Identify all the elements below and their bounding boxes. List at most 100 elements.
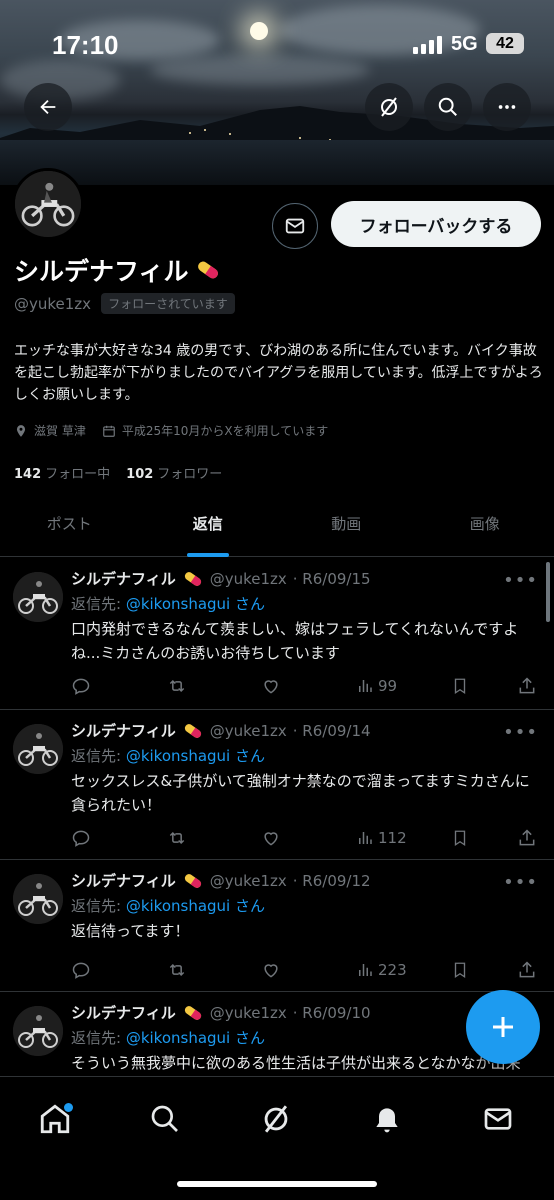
tweet[interactable]: シルデナフィル @yuke1zx · R6/09/15 ••• 返信先: @ki… bbox=[0, 558, 554, 710]
profile-tabs: ポスト 返信 動画 画像 bbox=[0, 500, 554, 557]
reply-button[interactable] bbox=[71, 676, 166, 696]
compose-button[interactable] bbox=[466, 990, 540, 1064]
tweet[interactable]: シルデナフィル @yuke1zx · R6/09/12 ••• 返信先: @ki… bbox=[0, 860, 554, 992]
followers-link[interactable]: 102 フォロワー bbox=[126, 463, 222, 482]
search-button[interactable] bbox=[424, 83, 472, 131]
tweet-header: シルデナフィル @yuke1zx · R6/09/15 bbox=[71, 568, 371, 589]
reply-to-link[interactable]: @kikonshagui さん bbox=[126, 897, 265, 915]
reply-to-link[interactable]: @kikonshagui さん bbox=[126, 1029, 265, 1047]
share-button[interactable] bbox=[517, 960, 537, 980]
reply-to-link[interactable]: @kikonshagui さん bbox=[126, 747, 265, 765]
tweet[interactable]: シルデナフィル @yuke1zx · R6/09/14 ••• 返信先: @ki… bbox=[0, 710, 554, 860]
reply-button[interactable] bbox=[71, 960, 166, 980]
search-icon bbox=[151, 1105, 178, 1132]
tweet-avatar[interactable] bbox=[13, 1006, 63, 1056]
tweet-actions: 223 bbox=[71, 958, 544, 982]
motorcycle-icon bbox=[13, 572, 63, 622]
views-count: 223 bbox=[378, 961, 407, 979]
bookmark-icon bbox=[454, 830, 466, 847]
tweet-date[interactable]: · R6/09/10 bbox=[293, 1004, 371, 1022]
tab-images[interactable]: 画像 bbox=[416, 500, 554, 556]
plus-icon bbox=[493, 1017, 513, 1037]
tweet-author-name[interactable]: シルデナフィル bbox=[71, 1002, 176, 1023]
repost-button[interactable] bbox=[166, 676, 261, 696]
reply-feed[interactable]: シルデナフィル @yuke1zx · R6/09/15 ••• 返信先: @ki… bbox=[0, 558, 554, 1076]
reply-prefix: 返信先: bbox=[71, 595, 126, 613]
profile-location: 滋賀 草津 bbox=[34, 424, 86, 438]
follows-you-badge: フォローされています bbox=[101, 293, 235, 314]
like-button[interactable] bbox=[261, 676, 356, 696]
tweet-header: シルデナフィル @yuke1zx · R6/09/10 bbox=[71, 1002, 371, 1023]
repost-button[interactable] bbox=[166, 960, 261, 980]
motorcycle-icon bbox=[13, 724, 63, 774]
profile-joined: 平成25年10月からXを利用しています bbox=[121, 424, 329, 438]
tweet-date[interactable]: · R6/09/14 bbox=[293, 722, 371, 740]
repost-icon bbox=[169, 963, 185, 977]
tweet-actions: 112 bbox=[71, 826, 544, 850]
views-button[interactable]: 99 bbox=[356, 677, 451, 695]
grok-button[interactable] bbox=[365, 83, 413, 131]
reply-icon bbox=[72, 962, 90, 979]
reply-icon bbox=[72, 678, 90, 695]
tweet-more-button[interactable]: ••• bbox=[503, 722, 538, 743]
home-indicator[interactable] bbox=[177, 1181, 377, 1187]
repost-button[interactable] bbox=[166, 828, 261, 848]
bookmark-button[interactable] bbox=[451, 828, 517, 848]
profile-name-row: シルデナフィル bbox=[14, 252, 221, 288]
reply-icon bbox=[72, 830, 90, 847]
tweet-more-button[interactable]: ••• bbox=[503, 570, 538, 591]
tweet-author-name[interactable]: シルデナフィル bbox=[71, 568, 176, 589]
tweet-avatar[interactable] bbox=[13, 724, 63, 774]
tab-posts[interactable]: ポスト bbox=[0, 500, 139, 556]
scrollbar[interactable] bbox=[546, 562, 550, 622]
battery-icon: 42 bbox=[486, 33, 524, 54]
tweet-more-button[interactable]: ••• bbox=[503, 872, 538, 893]
message-button[interactable] bbox=[272, 203, 318, 249]
pill-icon bbox=[184, 571, 201, 586]
followers-label: フォロワー bbox=[157, 467, 223, 482]
reply-button[interactable] bbox=[71, 828, 166, 848]
profile-avatar[interactable] bbox=[12, 168, 84, 240]
nav-messages[interactable] bbox=[474, 1095, 522, 1143]
follow-back-button[interactable]: フォローバックする bbox=[331, 201, 541, 247]
back-button[interactable] bbox=[24, 83, 72, 131]
tweet-author-name[interactable]: シルデナフィル bbox=[71, 720, 176, 741]
nav-home[interactable] bbox=[31, 1095, 79, 1143]
more-button[interactable] bbox=[483, 83, 531, 131]
following-label: フォロー中 bbox=[45, 467, 111, 482]
notification-dot bbox=[64, 1103, 73, 1112]
share-button[interactable] bbox=[517, 676, 537, 696]
like-button[interactable] bbox=[261, 828, 356, 848]
views-button[interactable]: 223 bbox=[356, 961, 451, 979]
bookmark-button[interactable] bbox=[451, 676, 517, 696]
nav-search[interactable] bbox=[141, 1095, 189, 1143]
reply-to-line: 返信先: @kikonshagui さん bbox=[71, 745, 265, 766]
tab-replies[interactable]: 返信 bbox=[139, 500, 278, 557]
nav-notifications[interactable] bbox=[363, 1095, 411, 1143]
share-icon bbox=[519, 677, 535, 694]
tweet-text: 返信待ってます！ bbox=[71, 922, 190, 940]
grok-icon bbox=[264, 1105, 288, 1133]
following-link[interactable]: 142 フォロー中 bbox=[14, 463, 110, 482]
heart-icon bbox=[264, 832, 278, 846]
views-count: 99 bbox=[378, 677, 398, 695]
reply-to-link[interactable]: @kikonshagui さん bbox=[126, 595, 265, 613]
tweet-date[interactable]: · R6/09/15 bbox=[293, 570, 371, 588]
views-icon bbox=[359, 964, 372, 976]
tweet-date[interactable]: · R6/09/12 bbox=[293, 872, 371, 890]
views-button[interactable]: 112 bbox=[356, 829, 451, 847]
tweet-author-name[interactable]: シルデナフィル bbox=[71, 870, 176, 891]
envelope-icon bbox=[285, 218, 305, 234]
pill-icon bbox=[184, 723, 201, 738]
bookmark-button[interactable] bbox=[451, 960, 517, 980]
pill-icon bbox=[184, 873, 201, 888]
like-button[interactable] bbox=[261, 960, 356, 980]
tab-videos[interactable]: 動画 bbox=[277, 500, 416, 556]
nav-grok[interactable] bbox=[252, 1095, 300, 1143]
tweet-avatar[interactable] bbox=[13, 874, 63, 924]
tweet-avatar[interactable] bbox=[13, 572, 63, 622]
share-button[interactable] bbox=[517, 828, 537, 848]
more-icon bbox=[498, 105, 516, 109]
lake bbox=[0, 140, 554, 185]
follow-counts: 142 フォロー中 102 フォロワー bbox=[14, 463, 222, 482]
